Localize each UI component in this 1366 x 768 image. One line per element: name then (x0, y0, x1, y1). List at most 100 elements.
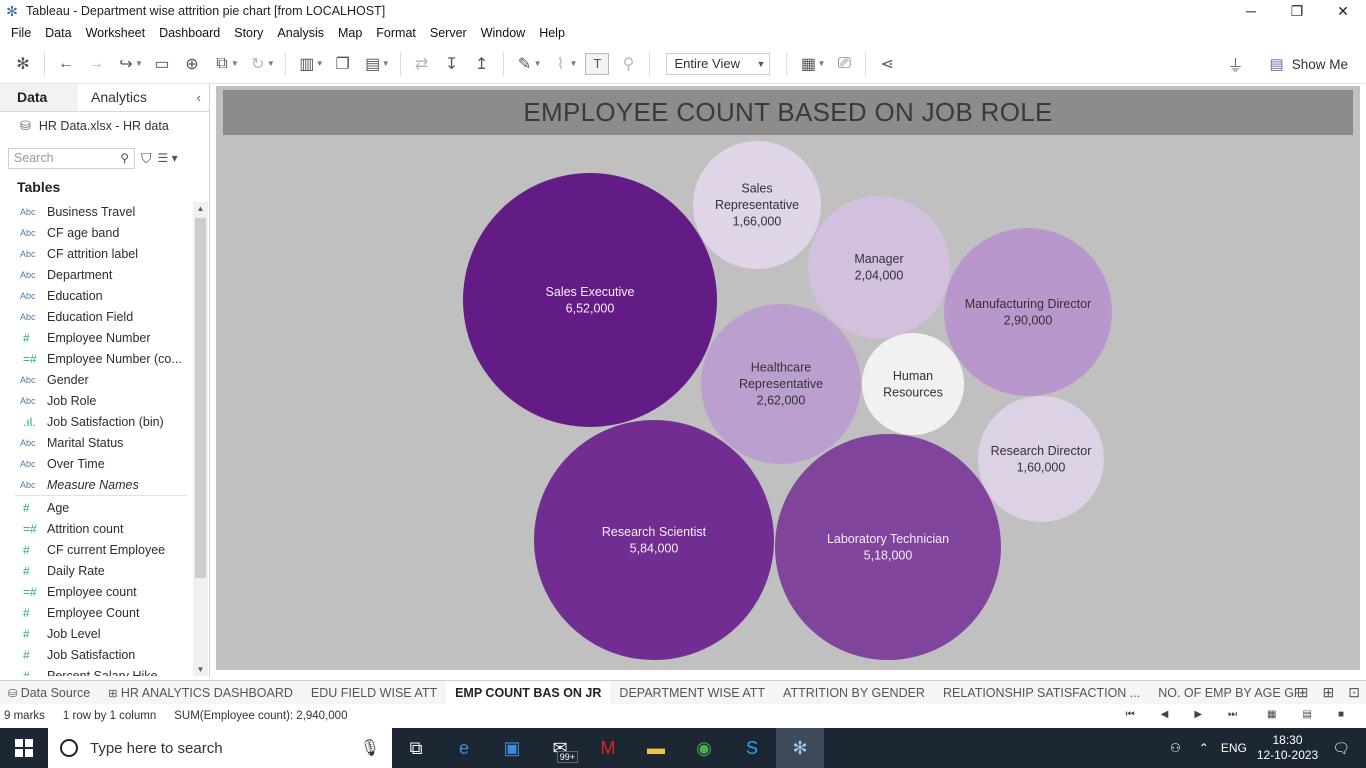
people-icon[interactable]: ⚇ (1170, 741, 1181, 755)
field-item[interactable]: Abc CF age band (0, 222, 192, 243)
bubble-mark[interactable] (944, 228, 1112, 396)
prev-sheet-icon[interactable]: ◀ (1161, 709, 1169, 720)
file-explorer-icon[interactable]: ▬ (632, 728, 680, 768)
field-item[interactable]: Abc Over Time (0, 453, 192, 474)
new-datasource-icon[interactable]: ⊕ (177, 49, 207, 79)
menu-dashboard[interactable]: Dashboard (152, 26, 227, 40)
duplicate-sheet-icon[interactable]: ❐ (328, 49, 358, 79)
field-item[interactable]: Abc Marital Status (0, 432, 192, 453)
tab-no-of-emp-by-age-grp[interactable]: NO. OF EMP BY AGE GRP (1149, 681, 1299, 705)
save-icon[interactable]: ▭ (147, 49, 177, 79)
tableau-taskbar-icon[interactable]: ✻ (776, 728, 824, 768)
tab-department-wise-att[interactable]: DEPARTMENT WISE ATT (610, 681, 774, 705)
field-item[interactable]: =# Employee count (0, 581, 192, 602)
chevron-up-icon[interactable]: ⌃ (1199, 741, 1209, 755)
mcafee-icon[interactable]: M (584, 728, 632, 768)
field-search-input[interactable]: Search ⚲ (8, 147, 135, 169)
filter-icon[interactable]: ⛉ (141, 150, 152, 167)
scroll-up-icon[interactable]: ▲ (193, 204, 208, 213)
field-item[interactable]: =# Employee Number (co... (0, 348, 192, 369)
clock[interactable]: 18:30 12-10-2023 (1257, 733, 1318, 763)
sheet-sorter-icon[interactable]: ▦ (1267, 709, 1276, 720)
minimize-button[interactable]: ─ (1228, 0, 1274, 22)
field-item[interactable]: # Percent Salary Hike (0, 665, 192, 677)
group-caret-icon[interactable]: ▼ (570, 59, 578, 68)
show-mark-labels-icon[interactable]: T (585, 52, 610, 75)
edge-icon[interactable]: e (440, 728, 488, 768)
highlight-caret-icon[interactable]: ▼ (534, 59, 542, 68)
field-list-scrollbar[interactable]: ▲ ▼ (193, 202, 208, 676)
menu-window[interactable]: Window (474, 26, 532, 40)
menu-worksheet[interactable]: Worksheet (79, 26, 153, 40)
menu-help[interactable]: Help (532, 26, 572, 40)
fix-axes-icon[interactable]: ⚲ (613, 49, 643, 79)
show-me-button[interactable]: ⏚ ▤ Show Me (1228, 52, 1348, 76)
start-button[interactable] (0, 728, 48, 768)
menu-analysis[interactable]: Analysis (270, 26, 331, 40)
undo-icon[interactable]: ← (51, 49, 81, 79)
menu-map[interactable]: Map (331, 26, 369, 40)
field-item[interactable]: # Employee Count (0, 602, 192, 623)
tabs-icon[interactable]: ■ (1338, 709, 1344, 720)
new-dashboard-icon[interactable]: ⊞ (1323, 684, 1335, 701)
replay-caret-icon[interactable]: ▼ (135, 59, 143, 68)
tab-hr-analytics-dashboard[interactable]: ⊞ HR ANALYTICS DASHBOARD (99, 681, 302, 705)
field-item[interactable]: # Age (0, 497, 192, 518)
field-item[interactable]: Abc Gender (0, 369, 192, 390)
bubble-mark[interactable] (463, 173, 717, 427)
tab-relationship-satisfaction[interactable]: RELATIONSHIP SATISFACTION ... (934, 681, 1149, 705)
show-cards-caret-icon[interactable]: ▼ (817, 59, 825, 68)
tableau-home-icon[interactable]: ✻ (8, 49, 38, 79)
new-worksheet-caret-icon[interactable]: ▼ (316, 59, 324, 68)
field-item[interactable]: Abc Education (0, 285, 192, 306)
datasource-item[interactable]: ⛁ HR Data.xlsx - HR data (0, 112, 209, 140)
tab-edu-field-wise-att[interactable]: EDU FIELD WISE ATT (302, 681, 446, 705)
filmstrip-icon[interactable]: ▤ (1303, 709, 1312, 720)
notifications-icon[interactable]: 🗨 (1332, 740, 1350, 757)
field-item[interactable]: Abc Department (0, 264, 192, 285)
tab-data[interactable]: Data (0, 84, 78, 111)
scroll-down-icon[interactable]: ▼ (193, 665, 208, 674)
field-item[interactable]: # CF current Employee (0, 539, 192, 560)
field-item[interactable]: Abc Education Field (0, 306, 192, 327)
field-item[interactable]: .ıl. Job Satisfaction (bin) (0, 411, 192, 432)
field-item[interactable]: # Job Level (0, 623, 192, 644)
restore-button[interactable]: ❐ (1274, 0, 1320, 22)
tab-data-source[interactable]: ⛁ Data Source (0, 681, 99, 705)
close-button[interactable]: ✕ (1320, 0, 1366, 22)
microphone-icon[interactable]: 🎙 (360, 738, 380, 758)
new-story-icon[interactable]: ⊡ (1348, 684, 1360, 701)
menu-file[interactable]: File (4, 26, 38, 40)
menu-format[interactable]: Format (369, 26, 423, 40)
bubble-mark[interactable] (534, 420, 774, 660)
share-icon[interactable]: ⋖ (872, 49, 902, 79)
skype-icon[interactable]: S (728, 728, 776, 768)
bubble-mark[interactable] (808, 196, 950, 338)
tab-emp-count-bas-on-jr[interactable]: EMP COUNT BAS ON JR (446, 680, 611, 705)
field-item[interactable]: Abc Business Travel (0, 201, 192, 222)
refresh-caret-icon[interactable]: ▼ (267, 59, 275, 68)
bubble-mark[interactable] (978, 396, 1104, 522)
chrome-icon[interactable]: ◉ (680, 728, 728, 768)
swap-rows-columns-icon[interactable]: ⇄ (407, 49, 437, 79)
view-options-icon[interactable]: ☰ ▾ (158, 151, 178, 165)
mail-icon[interactable]: ✉ 99+ (536, 728, 584, 768)
task-view-icon[interactable]: ⧉ (392, 728, 440, 768)
field-item[interactable]: Abc Measure Names (0, 474, 192, 495)
tab-analytics[interactable]: Analytics (78, 84, 198, 111)
field-item[interactable]: # Job Satisfaction (0, 644, 192, 665)
last-sheet-icon[interactable]: ⏭ (1228, 709, 1237, 720)
presentation-mode-icon[interactable]: ⎚ (829, 49, 859, 79)
scroll-thumb[interactable] (195, 218, 206, 578)
language-indicator[interactable]: ENG (1221, 741, 1247, 755)
bubble-mark[interactable] (862, 333, 964, 435)
pause-caret-icon[interactable]: ▼ (231, 59, 239, 68)
field-item[interactable]: # Daily Rate (0, 560, 192, 581)
menu-data[interactable]: Data (38, 26, 78, 40)
field-item[interactable]: =# Attrition count (0, 518, 192, 539)
menu-story[interactable]: Story (227, 26, 270, 40)
menu-server[interactable]: Server (423, 26, 474, 40)
field-item[interactable]: Abc CF attrition label (0, 243, 192, 264)
field-item[interactable]: Abc Job Role (0, 390, 192, 411)
taskbar-search-input[interactable]: Type here to search 🎙 (48, 728, 392, 768)
